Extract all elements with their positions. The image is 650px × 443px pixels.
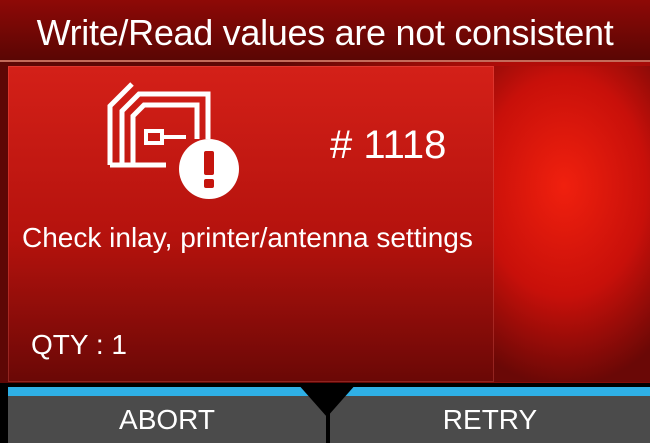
accent-line-left: [8, 387, 310, 396]
abort-button[interactable]: ABORT: [8, 396, 326, 443]
error-panel: # 1118 Check inlay, printer/antenna sett…: [8, 66, 494, 382]
error-message: Check inlay, printer/antenna settings: [22, 222, 473, 253]
error-screen: Write/Read values are not consistent # 1…: [0, 0, 650, 443]
accent-line-right: [344, 387, 650, 396]
error-code: # 1118: [330, 123, 447, 167]
retry-button[interactable]: RETRY: [330, 396, 650, 443]
quantity-label: QTY : 1: [31, 329, 127, 360]
side-panel: [494, 66, 650, 382]
selection-pointer-icon: [297, 383, 357, 417]
title-bar: Write/Read values are not consistent: [0, 0, 650, 62]
button-bar: ABORT RETRY: [0, 383, 650, 443]
page-title: Write/Read values are not consistent: [36, 12, 614, 53]
rfid-warning-icon: [107, 82, 239, 199]
